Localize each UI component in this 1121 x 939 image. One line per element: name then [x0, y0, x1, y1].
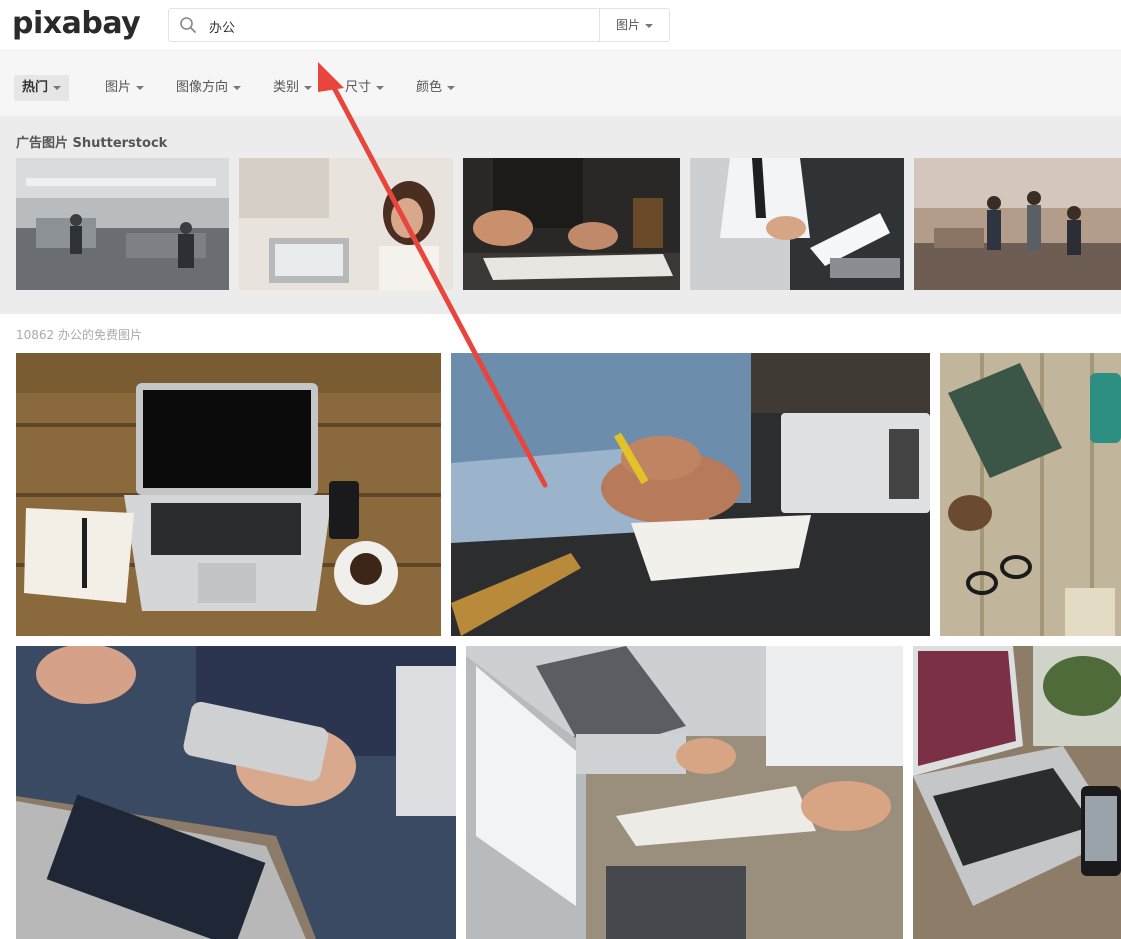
filter-label: 尺寸	[345, 80, 372, 95]
ad-image-team-celebrating[interactable]	[914, 158, 1121, 290]
filter-category[interactable]: 类别	[273, 75, 313, 101]
filter-label: 图片	[105, 80, 132, 95]
search-type-dropdown[interactable]: 图片	[599, 9, 669, 41]
filter-label: 颜色	[416, 80, 443, 95]
filter-bar: 热门 图片 图像方向 类别 尺寸 颜色	[0, 50, 1121, 116]
filter-media-type[interactable]: 图片	[105, 75, 145, 101]
chevron-down-icon	[53, 85, 62, 90]
photo-woman-phone[interactable]	[16, 646, 456, 939]
ad-image-businessman-writing[interactable]	[690, 158, 904, 290]
photo-laptop-smartphone[interactable]	[913, 646, 1121, 939]
chevron-down-icon	[645, 23, 654, 28]
photo-meeting-laptops[interactable]	[466, 646, 903, 939]
filter-color[interactable]: 颜色	[416, 75, 456, 101]
chevron-down-icon	[447, 85, 456, 90]
sponsored-images-section: 广告图片 Shutterstock	[0, 116, 1121, 314]
chevron-down-icon	[376, 85, 385, 90]
photo-man-writing[interactable]	[451, 353, 930, 636]
ad-image-signing-documents[interactable]	[463, 158, 680, 290]
filter-orientation[interactable]: 图像方向	[176, 75, 242, 101]
sponsored-title: 广告图片 Shutterstock	[16, 136, 168, 151]
chevron-down-icon	[233, 85, 242, 90]
ad-image-office-team[interactable]	[16, 158, 229, 290]
chevron-down-icon	[304, 85, 313, 90]
chevron-down-icon	[136, 85, 145, 90]
top-header: pixabay 图片	[0, 0, 1121, 50]
photo-notebook-glasses[interactable]	[940, 353, 1121, 636]
photo-laptop-desk[interactable]	[16, 353, 441, 636]
pixabay-logo[interactable]: pixabay	[12, 6, 141, 41]
search-input[interactable]	[209, 15, 589, 37]
filter-label: 图像方向	[176, 80, 229, 95]
ad-image-woman-laptop[interactable]	[239, 158, 453, 290]
filter-label: 类别	[273, 80, 300, 95]
filter-label: 热门	[22, 80, 49, 95]
filter-size[interactable]: 尺寸	[345, 75, 385, 101]
search-type-label: 图片	[616, 18, 641, 32]
search-bar[interactable]: 图片	[168, 8, 670, 42]
results-count: 10862 办公的免费图片	[16, 328, 142, 342]
search-icon[interactable]	[179, 16, 197, 34]
filter-popular[interactable]: 热门	[14, 75, 70, 101]
